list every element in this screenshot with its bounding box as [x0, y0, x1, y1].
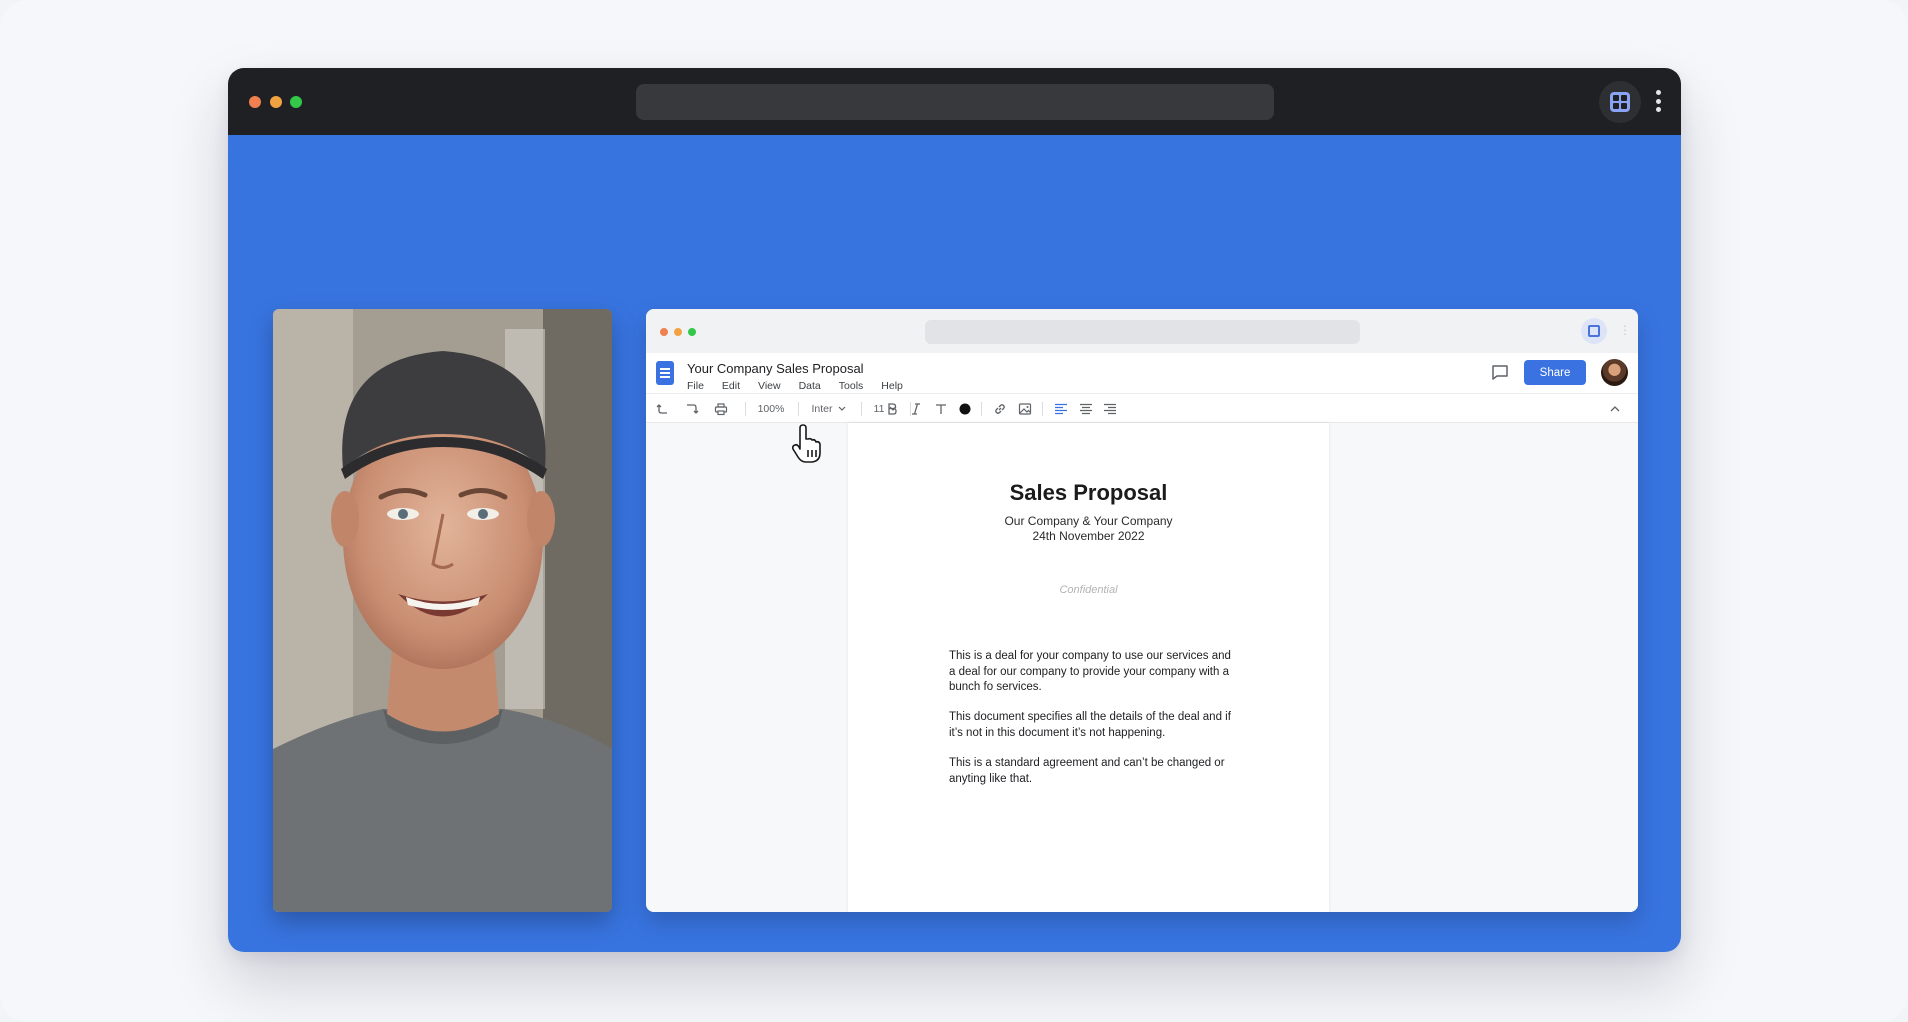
menu-view[interactable]: View: [758, 380, 781, 392]
undo-icon[interactable]: [654, 401, 670, 417]
docs-browser-menu-icon[interactable]: ⋮: [1619, 324, 1631, 336]
docs-titlebar: ⋮: [646, 309, 1638, 353]
docs-logo-icon[interactable]: [656, 361, 674, 385]
text-style-icon[interactable]: [933, 401, 949, 417]
document-title[interactable]: Your Company Sales Proposal: [687, 361, 864, 376]
font-family-label: Inter: [811, 403, 833, 415]
docs-window: ⋮ Your Company Sales Proposal File Edit …: [646, 309, 1638, 912]
hand-pointer-cursor-icon: [791, 424, 825, 469]
docs-extension-icon[interactable]: [1581, 318, 1607, 344]
paragraph: This is a standard agreement and can’t b…: [949, 757, 1225, 785]
toolbar-divider: [861, 402, 862, 416]
docs-close-button[interactable]: [660, 328, 668, 336]
font-size-label: 11: [873, 403, 885, 415]
bold-icon[interactable]: [884, 401, 900, 417]
menu-bar: File Edit View Data Tools Help: [687, 380, 921, 392]
docs-appbar: Your Company Sales Proposal File Edit Vi…: [646, 353, 1638, 393]
image-icon[interactable]: [1017, 401, 1033, 417]
share-button[interactable]: Share: [1524, 360, 1586, 385]
browser-window: ⋮ Your Company Sales Proposal File Edit …: [228, 68, 1681, 952]
paragraph: This is a deal for your company to use o…: [949, 650, 1231, 693]
paragraph: This document specifies all the details …: [949, 711, 1231, 739]
document-canvas: Sales Proposal Our Company & Your Compan…: [646, 423, 1638, 912]
collapse-toolbar-icon[interactable]: [1608, 401, 1622, 417]
align-left-icon[interactable]: [1053, 401, 1069, 417]
webcam-video: [273, 309, 612, 912]
toolbar-divider: [745, 402, 746, 416]
menu-tools[interactable]: Tools: [839, 380, 864, 392]
toolbar-divider: [981, 402, 982, 416]
docs-minimize-button[interactable]: [674, 328, 682, 336]
formatting-toolbar: 100% Inter 11: [646, 393, 1638, 423]
redo-icon[interactable]: [684, 401, 700, 417]
browser-menu-icon[interactable]: [1654, 90, 1662, 112]
extension-button[interactable]: [1599, 81, 1641, 123]
menu-data[interactable]: Data: [799, 380, 821, 392]
maximize-window-button[interactable]: [290, 96, 302, 108]
docs-maximize-button[interactable]: [688, 328, 696, 336]
italic-icon[interactable]: [908, 401, 924, 417]
docs-address-bar[interactable]: [925, 320, 1360, 344]
chevron-down-icon: [838, 406, 845, 411]
browser-titlebar: [228, 68, 1681, 135]
comment-icon[interactable]: [1491, 364, 1509, 386]
zoom-select[interactable]: 100%: [756, 401, 786, 417]
page-subtitle: Our Company & Your Company: [1004, 514, 1173, 528]
extension-icon: [1610, 92, 1630, 112]
align-right-icon[interactable]: [1102, 401, 1118, 417]
address-bar[interactable]: [636, 84, 1274, 120]
link-icon[interactable]: [992, 401, 1008, 417]
confidential-label: Confidential: [1059, 584, 1118, 596]
close-window-button[interactable]: [249, 96, 261, 108]
text-color-icon[interactable]: [957, 401, 973, 417]
webcam-person-image: [273, 309, 612, 912]
menu-help[interactable]: Help: [881, 380, 903, 392]
font-family-select[interactable]: Inter: [809, 401, 849, 417]
menu-edit[interactable]: Edit: [722, 380, 740, 392]
page-title: Sales Proposal: [1009, 480, 1168, 505]
print-icon[interactable]: [713, 401, 729, 417]
align-center-icon[interactable]: [1078, 401, 1094, 417]
minimize-window-button[interactable]: [270, 96, 282, 108]
toolbar-divider: [1042, 402, 1043, 416]
user-avatar[interactable]: [1601, 359, 1628, 386]
page-date: 24th November 2022: [1032, 529, 1145, 543]
document-page[interactable]: Sales Proposal Our Company & Your Compan…: [848, 423, 1329, 912]
menu-file[interactable]: File: [687, 380, 704, 392]
toolbar-divider: [798, 402, 799, 416]
recording-stage: ⋮ Your Company Sales Proposal File Edit …: [228, 135, 1681, 952]
